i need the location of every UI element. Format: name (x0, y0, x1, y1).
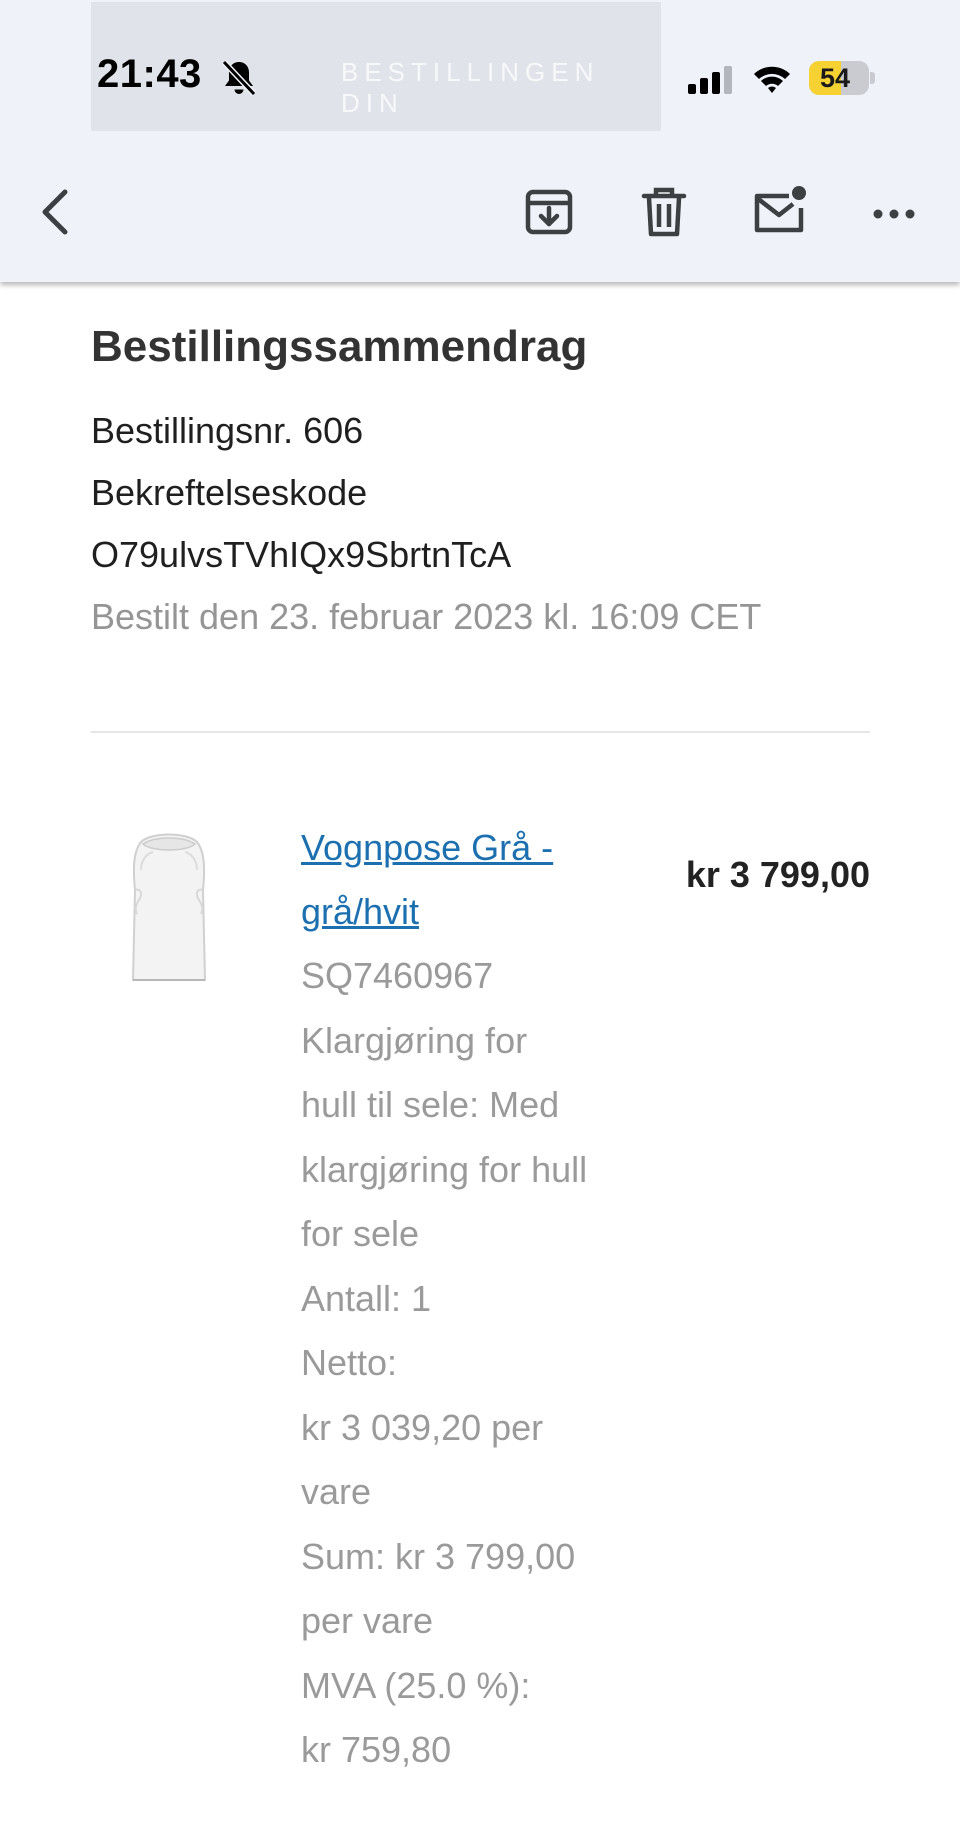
product-sum: Sum: kr 3 799,00 (301, 1535, 576, 1577)
product-option-line: hull til sele: Med (301, 1084, 560, 1125)
product-net-unit: vare (301, 1471, 372, 1512)
order-date: Bestilt den 23. februar 2023 kl. 16:09 C… (91, 596, 762, 637)
battery-indicator: 54 (809, 61, 869, 95)
confirmation-code: O79ulvsTVhIQx9SbrtnTcA (91, 534, 512, 575)
product-sku: SQ7460967 (301, 955, 494, 996)
product-price: kr 3 799,00 (685, 854, 870, 895)
trash-icon[interactable] (636, 184, 692, 240)
product-image (131, 833, 207, 981)
divider (91, 731, 870, 733)
product-option-line: Klargjøring for (301, 1019, 528, 1061)
status-time: 21:43 (97, 52, 202, 96)
more-horizontal-icon[interactable] (866, 184, 922, 240)
battery-tip (870, 72, 875, 84)
wifi-icon (754, 66, 790, 93)
mail-top-bar: BESTILLINGEN DIN 21:43 54 (0, 0, 960, 282)
product-vat-label: MVA (25.0 %): (301, 1664, 531, 1706)
product-name-line[interactable]: grå/hvit (301, 880, 621, 944)
product-net-price: kr 3 039,20 per (301, 1406, 544, 1448)
mark-unread-icon[interactable] (751, 184, 807, 240)
product-sum-unit: per vare (301, 1600, 434, 1641)
cellular-signal-icon (688, 66, 732, 94)
product-net-label: Netto: (301, 1342, 398, 1383)
battery-level: 54 (819, 63, 851, 93)
product-option-line: for sele (301, 1213, 420, 1254)
confirmation-code-label: Bekreftelseskode (91, 472, 368, 513)
product-link[interactable]: Vognpose Grå - grå/hvit (301, 816, 621, 944)
product-quantity: Antall: 1 (301, 1277, 432, 1319)
product-name-line[interactable]: Vognpose Grå - (301, 816, 621, 880)
order-number: Bestillingsnr. 606 (91, 410, 364, 451)
product-details: SQ7460967 Klargjøring for hull til sele:… (301, 944, 651, 1783)
email-header-banner-text: BESTILLINGEN DIN (341, 57, 600, 118)
order-summary-title: Bestillingssammendrag (91, 322, 588, 371)
chevron-left-icon[interactable] (30, 184, 86, 240)
product-vat-amount: kr 759,80 (301, 1729, 452, 1770)
archive-icon[interactable] (521, 184, 577, 240)
bell-slash-icon (221, 59, 257, 97)
product-option-line: klargjøring for hull (301, 1148, 588, 1190)
